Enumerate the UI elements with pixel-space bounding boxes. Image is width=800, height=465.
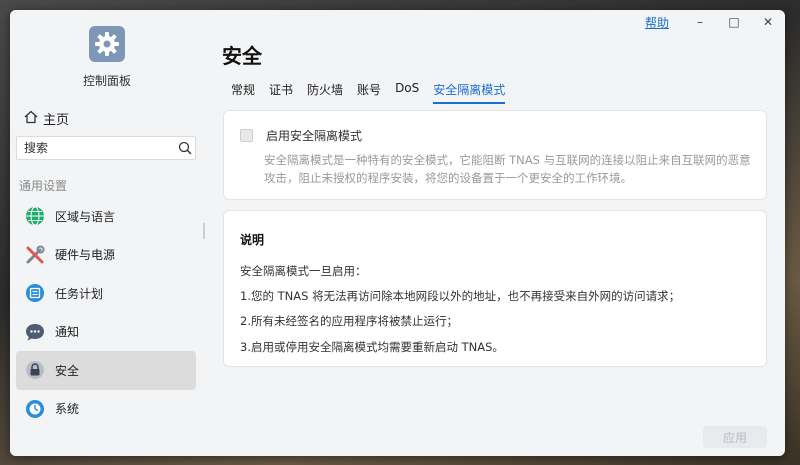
search-icon[interactable] [174, 141, 195, 155]
calendar-icon [25, 283, 45, 303]
sidebar-item-region-language[interactable]: 区域与语言 [16, 197, 196, 236]
sidebar-item-label: 通知 [55, 325, 80, 340]
globe-icon [25, 206, 45, 226]
tab-security-isolation[interactable]: 安全隔离模式 [433, 81, 506, 104]
notes-card: 说明 安全隔离模式一旦启用： 1.您的 TNAS 将无法再访问除本地网段以外的地… [223, 210, 767, 367]
home-icon [24, 110, 38, 128]
sidebar-resize-handle[interactable] [203, 223, 205, 239]
gear-icon [89, 26, 125, 62]
control-panel-window: 控制面板 主页 通用设置 区域与语言 [10, 10, 785, 456]
isolation-description: 安全隔离模式是一种特有的安全模式，它能阻断 TNAS 与互联网的连接以阻止来自互… [264, 153, 751, 185]
home-label: 主页 [43, 113, 70, 128]
close-button[interactable]: ✕ [751, 10, 785, 34]
notes-line: 1.您的 TNAS 将无法再访问除本地网段以外的地址，也不再接受来自外网的访问请… [240, 289, 681, 303]
sidebar-item-label: 硬件与电源 [55, 248, 116, 263]
notes-line: 3.启用或停用安全隔离模式均需要重新启动 TNAS。 [240, 340, 504, 354]
tab-bar: 常规 证书 防火墙 账号 DoS 安全隔离模式 [231, 81, 519, 104]
chat-icon [25, 322, 45, 342]
tools-icon [25, 245, 45, 265]
sidebar-nav: 区域与语言 硬件与电源 任务计划 通知 安全 系统 [16, 197, 196, 428]
notes-intro: 安全隔离模式一旦启用： [240, 264, 367, 278]
sidebar: 控制面板 主页 通用设置 区域与语言 [10, 10, 210, 456]
sidebar-item-security[interactable]: 安全 [16, 351, 196, 390]
tab-account[interactable]: 账号 [357, 81, 381, 104]
sidebar-item-notification[interactable]: 通知 [16, 313, 196, 352]
tab-general[interactable]: 常规 [231, 81, 255, 104]
sidebar-item-label: 安全 [55, 363, 80, 378]
notes-heading: 说明 [240, 233, 265, 247]
tab-dos[interactable]: DoS [395, 81, 419, 104]
tab-certificate[interactable]: 证书 [269, 81, 293, 104]
sidebar-home[interactable]: 主页 [24, 109, 69, 128]
enable-isolation-checkbox[interactable] [240, 129, 253, 142]
window-titlebar: 帮助 – □ ✕ [645, 10, 785, 34]
tab-firewall[interactable]: 防火墙 [307, 81, 343, 104]
maximize-button[interactable]: □ [717, 10, 751, 34]
search-box[interactable] [16, 136, 196, 160]
isolation-settings-card: 启用安全隔离模式 安全隔离模式是一种特有的安全模式，它能阻断 TNAS 与互联网… [223, 110, 767, 200]
lock-icon [25, 360, 45, 380]
apply-button[interactable]: 应用 [703, 426, 767, 448]
sidebar-item-label: 系统 [55, 402, 80, 417]
enable-isolation-label[interactable]: 启用安全隔离模式 [266, 127, 362, 144]
sidebar-item-hardware-power[interactable]: 硬件与电源 [16, 236, 196, 275]
section-label-general: 通用设置 [19, 179, 68, 193]
help-link[interactable]: 帮助 [645, 14, 669, 31]
notes-line: 2.所有未经签名的应用程序将被禁止运行； [240, 314, 458, 328]
app-title: 控制面板 [82, 74, 131, 88]
sidebar-item-system[interactable]: 系统 [16, 390, 196, 429]
isolation-checkbox-row: 启用安全隔离模式 [240, 127, 362, 144]
sidebar-item-label: 任务计划 [55, 286, 104, 301]
search-input[interactable] [17, 141, 174, 155]
sidebar-item-task-schedule[interactable]: 任务计划 [16, 274, 196, 313]
sidebar-item-label: 区域与语言 [55, 209, 116, 224]
page-title: 安全 [222, 44, 262, 68]
minimize-button[interactable]: – [683, 10, 717, 34]
clock-icon [25, 399, 45, 419]
